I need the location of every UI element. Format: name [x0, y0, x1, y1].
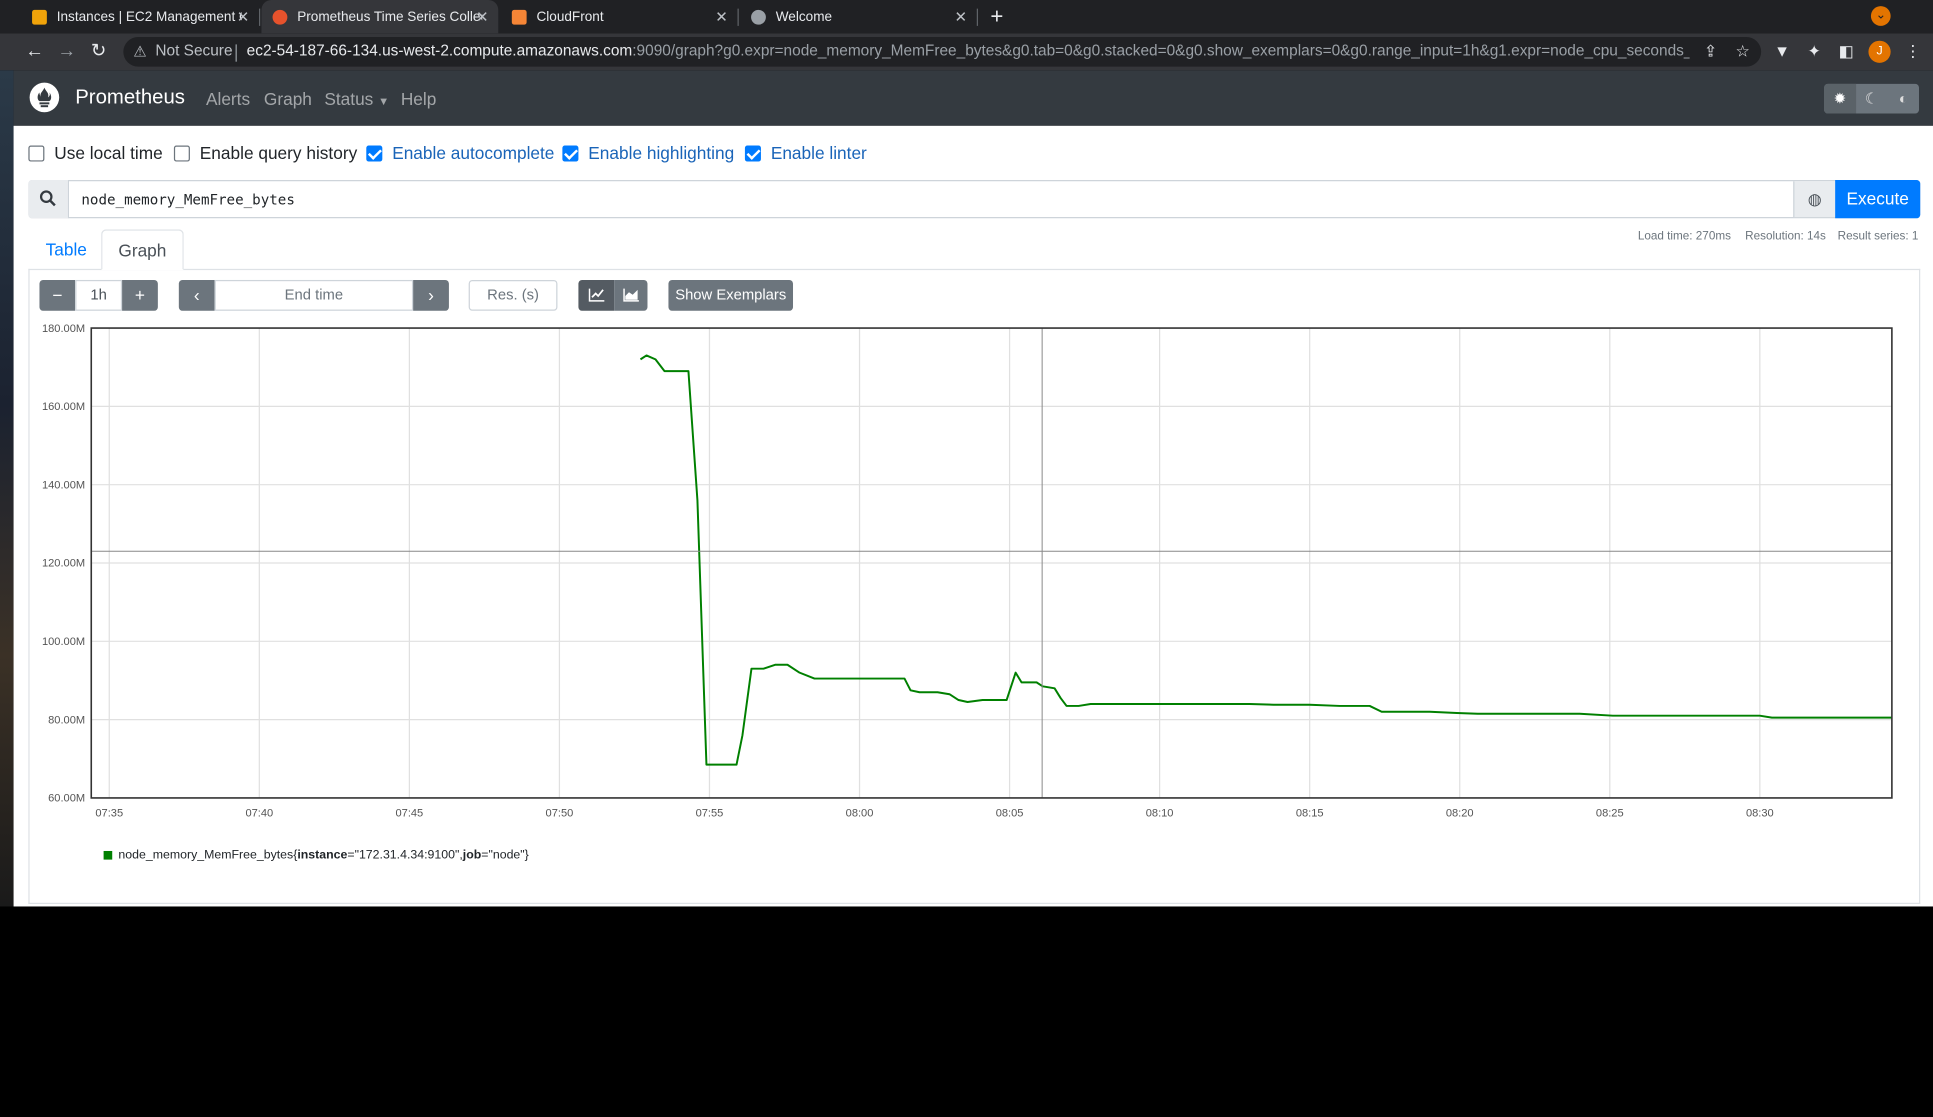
- x-tick-label: 08:25: [1596, 807, 1624, 819]
- x-tick-label: 07:55: [696, 807, 724, 819]
- y-tick-label: 100.00M: [42, 636, 85, 648]
- legend-metric: node_memory_MemFree_bytes: [118, 848, 294, 863]
- y-tick-label: 80.00M: [48, 714, 85, 726]
- legend-instance: 172.31.4.34:9100: [358, 848, 455, 863]
- chart-grid: [91, 327, 1892, 799]
- x-tick-label: 07:45: [396, 807, 424, 819]
- y-tick-label: 60.00M: [48, 793, 85, 805]
- x-tick-label: 07:35: [95, 807, 123, 819]
- y-tick-label: 140.00M: [42, 479, 85, 491]
- x-tick-label: 08:30: [1746, 807, 1774, 819]
- series-line: [639, 354, 1892, 766]
- legend-item[interactable]: node_memory_MemFree_bytes{instance =" 172.…: [103, 848, 529, 863]
- y-tick-label: 180.00M: [42, 323, 85, 335]
- x-tick-label: 08:15: [1296, 807, 1324, 819]
- y-axis: 60.00M 80.00M 100.00M 120.00M 140.00M 160.00M…: [42, 323, 85, 805]
- legend-swatch: [103, 850, 113, 860]
- x-tick-label: 08:00: [846, 807, 874, 819]
- y-tick-label: 120.00M: [42, 558, 85, 570]
- x-axis: 07:35 07:40 07:45 07:50 07:55 08:00 08:05 08:10…: [95, 807, 1773, 819]
- x-tick-label: 07:50: [546, 807, 574, 819]
- chart-series: [639, 354, 1892, 766]
- x-tick-label: 07:40: [245, 807, 273, 819]
- y-tick-label: 160.00M: [42, 401, 85, 413]
- time-series-chart[interactable]: 60.00M 80.00M 100.00M 120.00M 140.00M 160.00M…: [0, 0, 1933, 906]
- legend-job: node: [492, 848, 521, 863]
- x-tick-label: 08:10: [1146, 807, 1174, 819]
- x-tick-label: 08:05: [996, 807, 1024, 819]
- x-tick-label: 08:20: [1446, 807, 1474, 819]
